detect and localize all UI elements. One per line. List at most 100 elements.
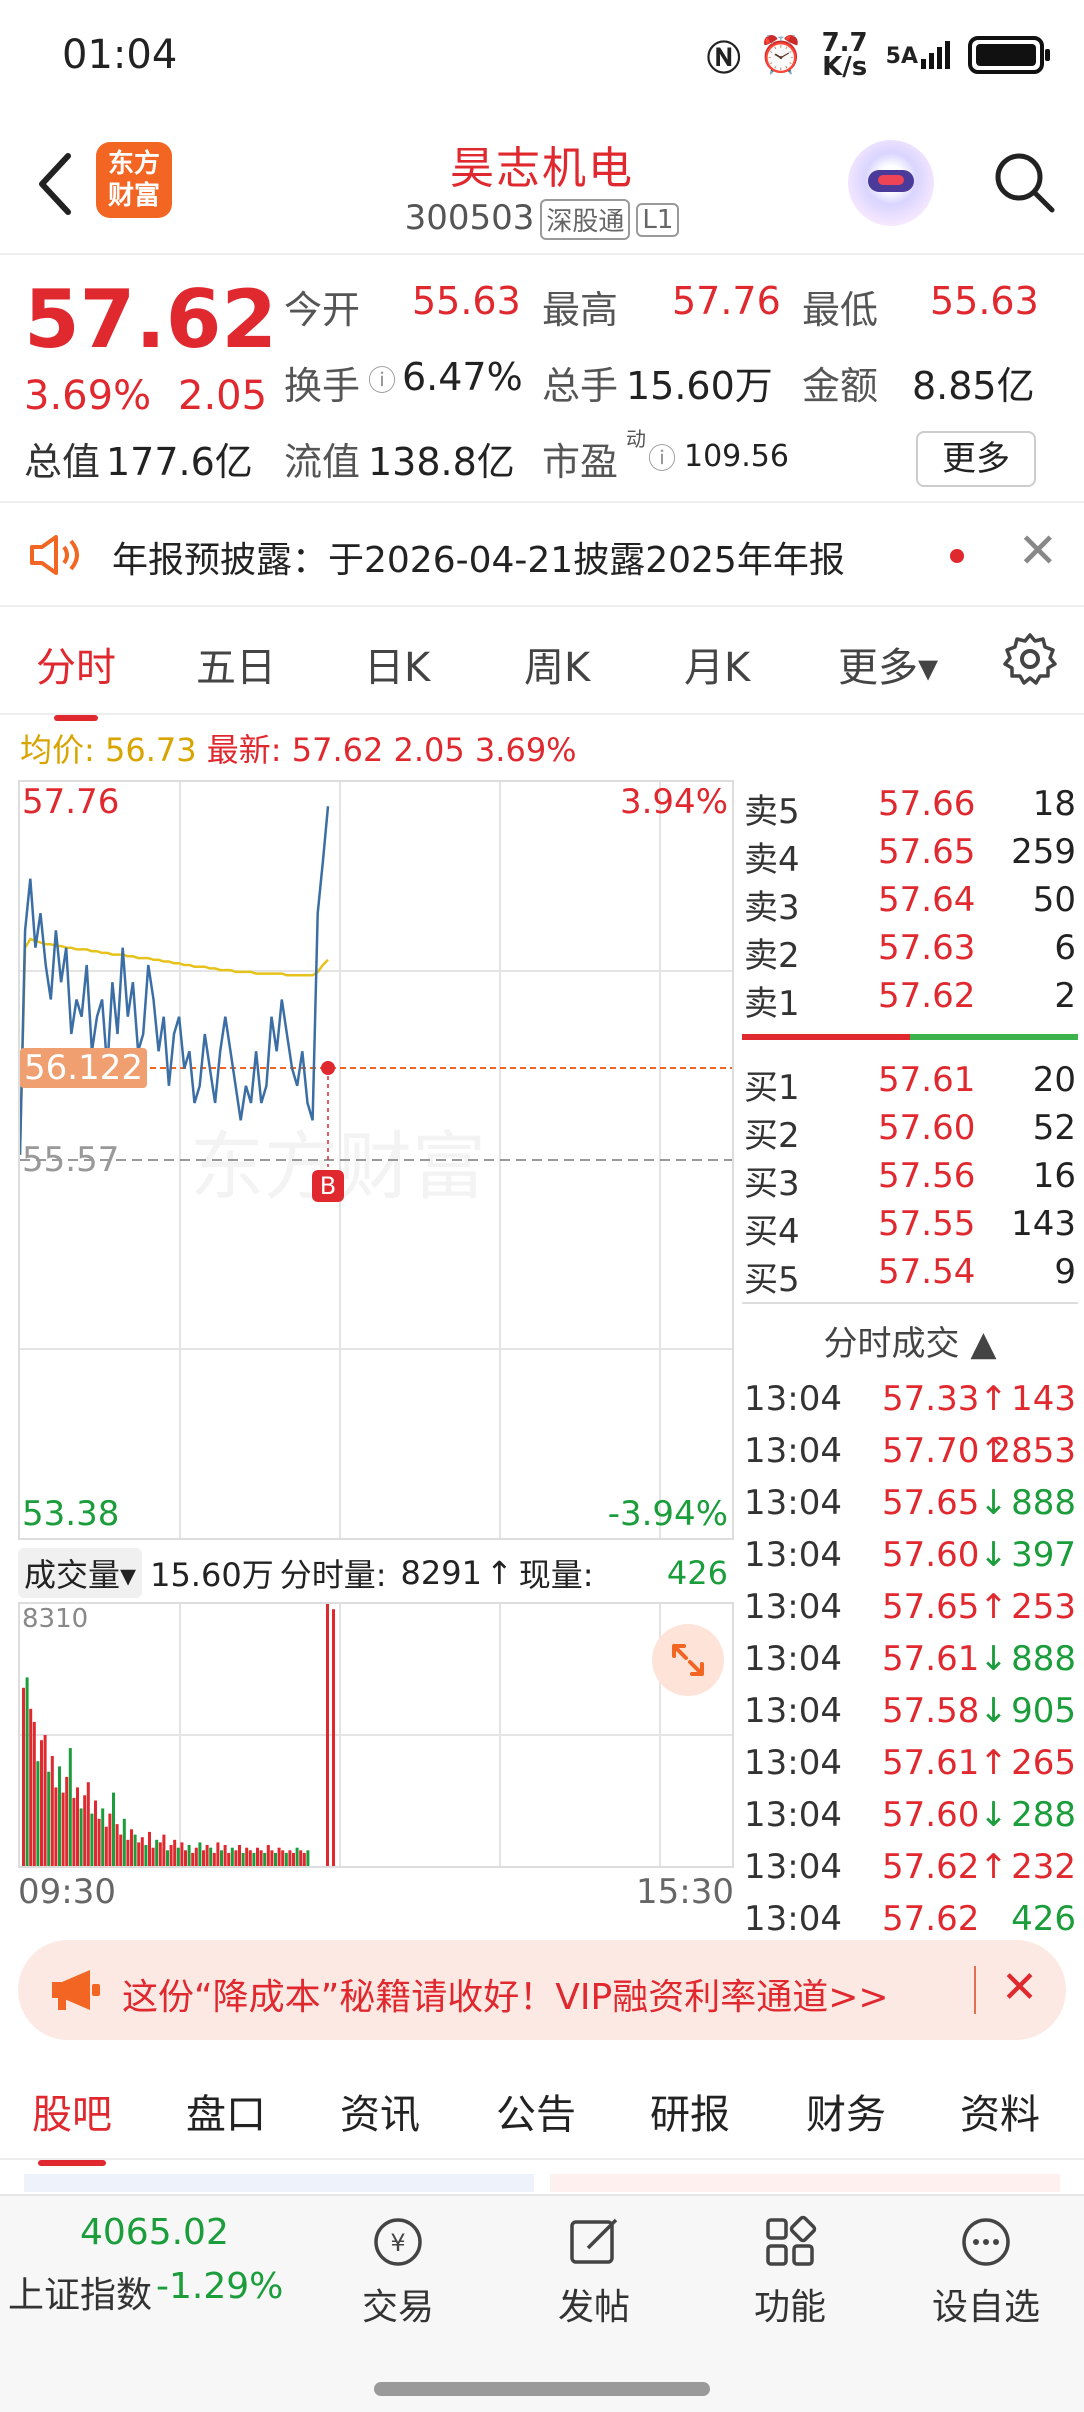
- bid-row[interactable]: 买4 57.55 143: [742, 1200, 1078, 1252]
- add-watchlist-button[interactable]: 设自选: [916, 2212, 1056, 2330]
- level-price: 57.66: [878, 784, 976, 824]
- tab-five-day[interactable]: 五日: [196, 635, 276, 693]
- bid-row[interactable]: 买5 57.54 9: [742, 1248, 1078, 1300]
- volume-bar: [130, 1829, 133, 1866]
- volume-bar: [162, 1834, 166, 1866]
- level-label: 卖2: [744, 936, 800, 976]
- y-bottom-pct: -3.94%: [607, 1494, 728, 1534]
- tab-weekly-k[interactable]: 周K: [524, 635, 590, 693]
- buy-marker[interactable]: B: [312, 1170, 344, 1202]
- tab-research[interactable]: 研报: [650, 2082, 730, 2140]
- level-volume: 143: [1011, 1204, 1076, 1244]
- y-top-label: 57.76: [22, 782, 120, 822]
- index-value[interactable]: 4065.02: [80, 2212, 229, 2253]
- trade-button[interactable]: ¥ 交易: [328, 2212, 468, 2330]
- tab-more[interactable]: 更多▾: [838, 635, 938, 693]
- volume-bar: [292, 1852, 295, 1866]
- tab-news[interactable]: 资讯: [340, 2082, 420, 2140]
- tab-forum[interactable]: 股吧: [32, 2082, 112, 2166]
- volume-bar: [115, 1824, 119, 1866]
- tab-announcements[interactable]: 公告: [496, 2082, 576, 2140]
- volume-bar: [198, 1842, 202, 1866]
- more-button[interactable]: 更多: [916, 431, 1036, 487]
- notice-bar[interactable]: 年报预披露：于2026-04-21披露2025年年报 ✕: [0, 503, 1084, 607]
- volume-bar: [241, 1852, 245, 1866]
- turnover-value: 6.47%: [402, 355, 523, 399]
- volume-bar: [191, 1852, 195, 1866]
- intraday-chart[interactable]: 东方财富 57.76 3.94% 56.122 55.57 B 53.38 -3…: [18, 780, 734, 1540]
- book-divider: [742, 1034, 1078, 1040]
- close-icon[interactable]: ✕: [1001, 1962, 1038, 2013]
- period-tabs: 分时 五日 日K 周K 月K 更多▾: [0, 607, 1084, 721]
- y-bottom-label: 53.38: [22, 1494, 120, 1534]
- volume-label: 总手: [542, 364, 619, 408]
- volume-bar: [61, 1792, 65, 1866]
- tick-row: 13:04 57.61↓ 888: [742, 1633, 1078, 1685]
- gear-icon[interactable]: [1002, 631, 1058, 687]
- ask-row[interactable]: 卖1 57.62 2: [742, 972, 1078, 1024]
- ask-row[interactable]: 卖2 57.63 6: [742, 924, 1078, 976]
- level-label: 卖4: [744, 840, 800, 880]
- period-volume-label: 分时量:: [279, 1556, 387, 1594]
- volume-dropdown[interactable]: 成交量▾: [18, 1548, 143, 1598]
- ai-assistant-icon[interactable]: [848, 140, 934, 226]
- volume-bar: [155, 1839, 159, 1866]
- amount-label: 金额: [802, 364, 879, 408]
- tab-daily-k[interactable]: 日K: [364, 635, 430, 693]
- volume-bar: [216, 1842, 220, 1866]
- bid-row[interactable]: 买1 57.61 20: [742, 1056, 1078, 1108]
- volume-bar: [166, 1850, 169, 1866]
- level-label: 买2: [744, 1116, 800, 1156]
- function-button[interactable]: 功能: [720, 2212, 860, 2330]
- tick-time: 13:04: [744, 1847, 842, 1887]
- float-cap-value: 138.8亿: [368, 440, 515, 484]
- ask-row[interactable]: 卖5 57.66 18: [742, 780, 1078, 832]
- bid-row[interactable]: 买3 57.56 16: [742, 1152, 1078, 1204]
- index-name[interactable]: 上证指数: [8, 2266, 152, 2318]
- tick-volume: 888: [1011, 1639, 1076, 1679]
- index-percent: -1.29%: [156, 2266, 284, 2307]
- ticks-header[interactable]: 分时成交 ▲: [742, 1302, 1078, 1365]
- volume-bar: [54, 1787, 58, 1866]
- tab-intraday[interactable]: 分时: [36, 635, 116, 721]
- tab-monthly-k[interactable]: 月K: [684, 635, 750, 693]
- avg-label: 均价:: [20, 731, 95, 769]
- prev-close-label: 55.57: [22, 1140, 120, 1180]
- tick-row: 13:04 57.60↓ 288: [742, 1789, 1078, 1841]
- volume-bar: [209, 1847, 213, 1866]
- pe-info-icon[interactable]: ⓘ: [648, 437, 676, 477]
- home-indicator[interactable]: [374, 2382, 710, 2396]
- level-volume: 18: [1032, 784, 1076, 824]
- level-volume: 6: [1054, 928, 1076, 968]
- volume-bar: [122, 1818, 126, 1866]
- tab-finance[interactable]: 财务: [806, 2082, 886, 2140]
- trade-icon: ¥: [374, 2218, 422, 2266]
- volume-bar: [108, 1813, 112, 1866]
- tick-time: 13:04: [744, 1483, 842, 1523]
- ask-row[interactable]: 卖3 57.64 50: [742, 876, 1078, 928]
- bid-row[interactable]: 买2 57.60 52: [742, 1104, 1078, 1156]
- volume-bar: [184, 1850, 187, 1866]
- level-price: 57.56: [878, 1156, 976, 1196]
- ask-row[interactable]: 卖4 57.65 259: [742, 828, 1078, 880]
- volume-bar: [299, 1850, 303, 1866]
- post-button[interactable]: 发帖: [524, 2212, 664, 2330]
- net-speed-unit: K/s: [822, 52, 868, 82]
- expand-icon[interactable]: [652, 1624, 724, 1696]
- volume-bar: [58, 1766, 61, 1866]
- volume-bar: [50, 1756, 54, 1866]
- tab-order-info[interactable]: 盘口: [186, 2082, 266, 2140]
- tick-time: 13:04: [744, 1743, 842, 1783]
- close-icon[interactable]: ✕: [1018, 523, 1058, 579]
- level-volume: 2: [1054, 976, 1076, 1016]
- info-icon[interactable]: ⓘ: [368, 359, 396, 399]
- search-icon[interactable]: [992, 150, 1056, 214]
- volume-max-label: 8310: [22, 1604, 89, 1634]
- volume-bar: [86, 1782, 90, 1866]
- promo-banner[interactable]: 这份“降成本”秘籍请收好！VIP融资利率通道>> ✕: [18, 1940, 1066, 2040]
- time-start: 09:30: [18, 1872, 116, 1912]
- tick-row: 13:04 57.62 426: [742, 1893, 1078, 1945]
- volume-bar: [43, 1735, 47, 1866]
- tab-profile[interactable]: 资料: [960, 2082, 1040, 2140]
- volume-bar: [32, 1721, 36, 1866]
